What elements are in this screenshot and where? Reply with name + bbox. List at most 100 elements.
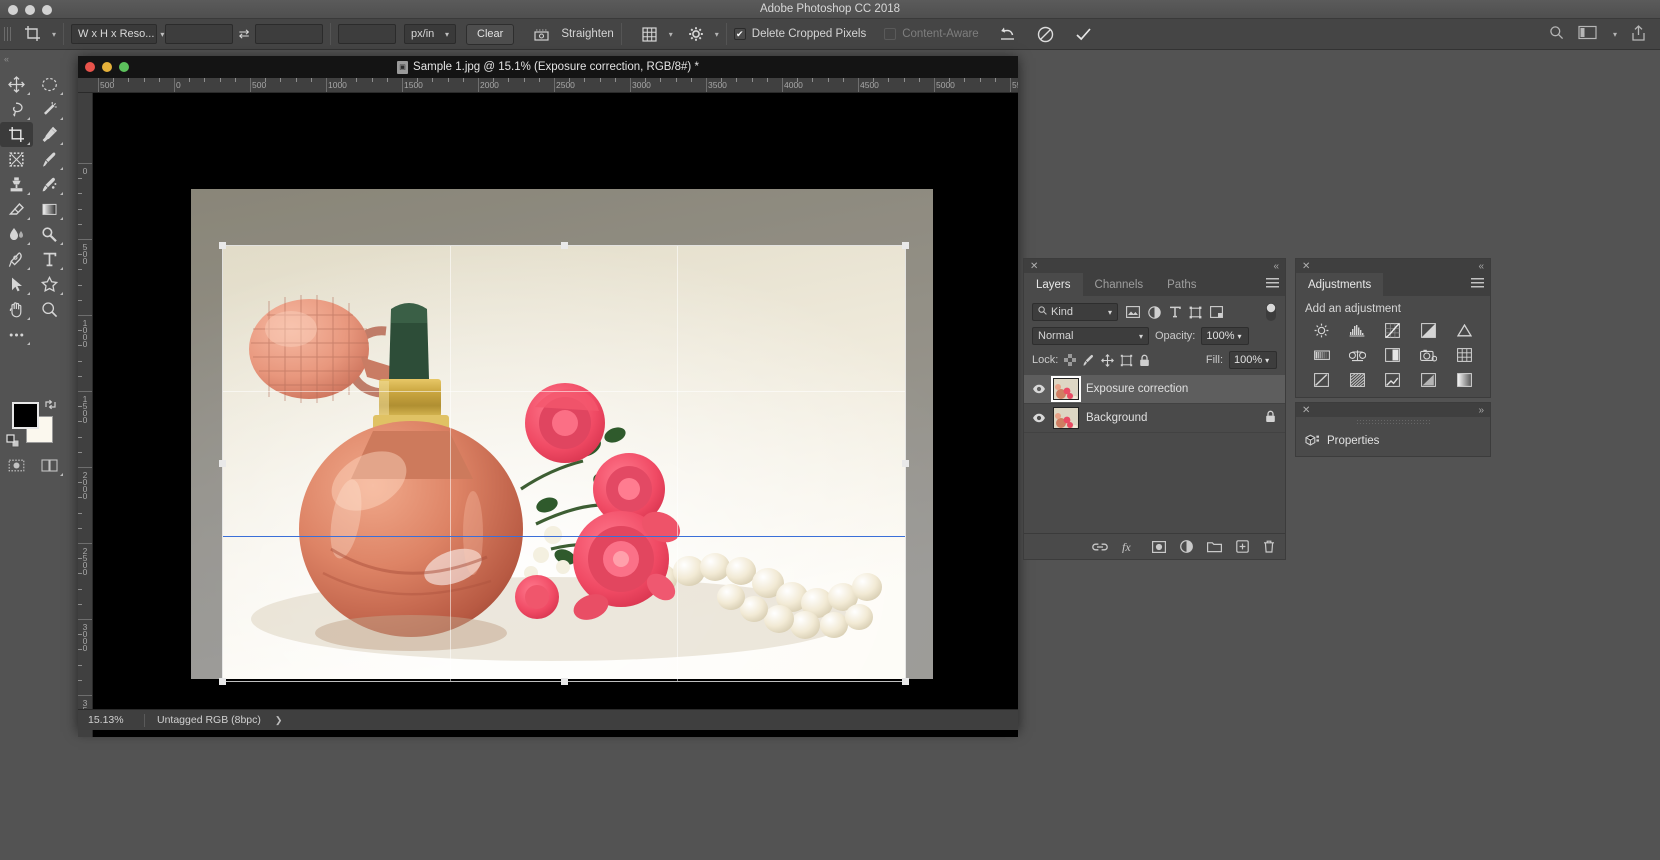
reset-arrow-icon[interactable] [991,22,1025,46]
crop-settings-caret-icon[interactable]: ▾ [715,30,719,39]
filter-toggle-switch[interactable] [1265,302,1277,322]
clear-button[interactable]: Clear [466,23,515,45]
invert-icon[interactable] [1347,371,1367,389]
lock-all-icon[interactable] [1139,354,1150,367]
lock-transparent-pixels-icon[interactable] [1064,354,1077,366]
move-tool[interactable] [0,72,33,97]
new-layer-icon[interactable] [1236,540,1249,553]
resolution-unit-dropdown[interactable]: px/in ▾ [404,24,457,44]
channel-mixer-icon[interactable] [1454,346,1474,364]
crop-bounding-box[interactable] [219,242,909,685]
link-layers-icon[interactable] [1092,542,1108,552]
new-adjustment-layer-icon[interactable] [1180,540,1193,553]
properties-panel-tab[interactable]: Properties [1296,426,1490,448]
layer-visibility-icon[interactable] [1032,413,1046,423]
gradient-map-icon[interactable] [1454,371,1474,389]
vibrance-icon[interactable] [1454,321,1474,339]
chevron-right-icon[interactable]: ❯ [275,715,283,726]
type-tool[interactable] [33,247,66,272]
chevron-down-icon[interactable]: ▾ [1613,30,1617,39]
tab-channels[interactable]: Channels [1082,273,1156,296]
screen-mode-icon[interactable] [33,453,66,478]
color-balance-icon[interactable] [1347,346,1367,364]
frame-tool[interactable] [0,147,33,172]
layer-filter-kind-dropdown[interactable]: Kind ▾ [1032,303,1118,321]
marquee-tool[interactable] [33,72,66,97]
add-layer-mask-icon[interactable] [1152,540,1166,553]
crop-handle-bottom-right[interactable] [902,678,909,685]
layer-style-fx-icon[interactable]: fx [1122,541,1138,553]
panel-drag-grip[interactable] [1356,419,1430,424]
close-icon[interactable]: ✕ [1302,261,1310,272]
crop-overlay-grid-icon[interactable] [633,22,667,46]
layer-visibility-icon[interactable] [1032,384,1046,394]
double-chevron-left-icon[interactable]: « [1273,261,1279,272]
tab-layers[interactable]: Layers [1024,273,1083,296]
document-close-button[interactable] [85,62,95,72]
quick-mask-icon[interactable] [0,453,33,478]
delete-cropped-pixels-checkbox[interactable]: ✔ [733,28,746,40]
content-aware-checkbox[interactable]: ✔ [884,28,897,40]
layer-thumbnail[interactable] [1051,376,1081,402]
panel-menu-icon[interactable] [1471,278,1484,289]
crop-width-input[interactable] [165,24,234,44]
gradient-tool[interactable] [33,197,66,222]
swap-dimensions-icon[interactable]: ⇄ [233,26,255,42]
crop-height-input[interactable] [255,24,324,44]
straighten-icon[interactable] [524,22,558,46]
delete-cropped-pixels-label[interactable]: Delete Cropped Pixels [752,28,866,40]
opacity-input[interactable]: 100% ▾ [1201,327,1250,345]
hue-saturation-icon[interactable] [1312,346,1332,364]
blur-tool[interactable] [0,222,33,247]
share-upload-icon[interactable] [1631,24,1646,44]
options-bar-grip[interactable] [4,24,12,44]
overlay-options-caret-icon[interactable]: ▾ [669,30,673,39]
eraser-tool[interactable] [0,197,33,222]
panel-menu-icon[interactable] [1266,278,1279,289]
dodge-tool[interactable] [33,222,66,247]
cancel-circle-icon[interactable] [1029,22,1063,46]
search-icon[interactable] [1549,25,1564,43]
double-chevron-left-icon[interactable]: « [1478,261,1484,272]
exposure-icon[interactable] [1419,321,1439,339]
black-white-icon[interactable] [1383,346,1403,364]
custom-shape-tool[interactable] [33,272,66,297]
close-icon[interactable]: ✕ [1302,405,1310,416]
close-icon[interactable]: ✕ [1030,261,1038,272]
layer-row[interactable]: Exposure correction [1024,375,1285,404]
pen-tool[interactable] [0,247,33,272]
quick-selection-tool[interactable] [33,97,66,122]
curves-icon[interactable] [1383,321,1403,339]
lock-image-pixels-icon[interactable] [1082,354,1095,367]
lasso-tool[interactable] [0,97,33,122]
tab-paths[interactable]: Paths [1155,273,1209,296]
adjustment-layer-filter-icon[interactable] [1148,305,1161,319]
delete-layer-icon[interactable] [1263,540,1275,553]
eyedropper-tool[interactable] [33,122,66,147]
layer-name[interactable]: Exposure correction [1086,383,1188,395]
double-chevron-right-icon[interactable]: » [1478,405,1484,416]
brush-tool[interactable] [33,147,66,172]
crop-tool[interactable] [0,122,33,147]
path-selection-tool[interactable] [0,272,33,297]
edit-toolbar-button[interactable] [0,322,33,347]
posterize-icon[interactable] [1383,371,1403,389]
lock-artboard-icon[interactable] [1120,354,1133,367]
layer-thumbnail[interactable] [1053,407,1079,429]
crop-tool-icon[interactable] [16,22,50,46]
canvas[interactable] [93,93,1018,737]
crop-handle-middle-right[interactable] [902,460,909,467]
vertical-ruler[interactable]: 0500100015002000250030003500 [78,93,93,737]
clone-stamp-tool[interactable] [0,172,33,197]
straighten-label[interactable]: Straighten [561,28,613,40]
foreground-color-swatch[interactable] [12,402,39,429]
crop-handle-top-left[interactable] [219,242,226,249]
default-colors-icon[interactable] [4,432,20,451]
horizontal-ruler[interactable]: 500 0 500 1000 1500 2000 2500 3000 3500 4000 4500 5… [78,78,1018,93]
shape-layer-filter-icon[interactable] [1189,306,1202,319]
layer-name[interactable]: Background [1086,412,1147,424]
pixel-layer-filter-icon[interactable] [1126,306,1140,318]
workspace-switcher-icon[interactable] [1578,25,1597,43]
layer-row[interactable]: Background [1024,404,1285,433]
healing-brush-tool[interactable] [33,172,66,197]
